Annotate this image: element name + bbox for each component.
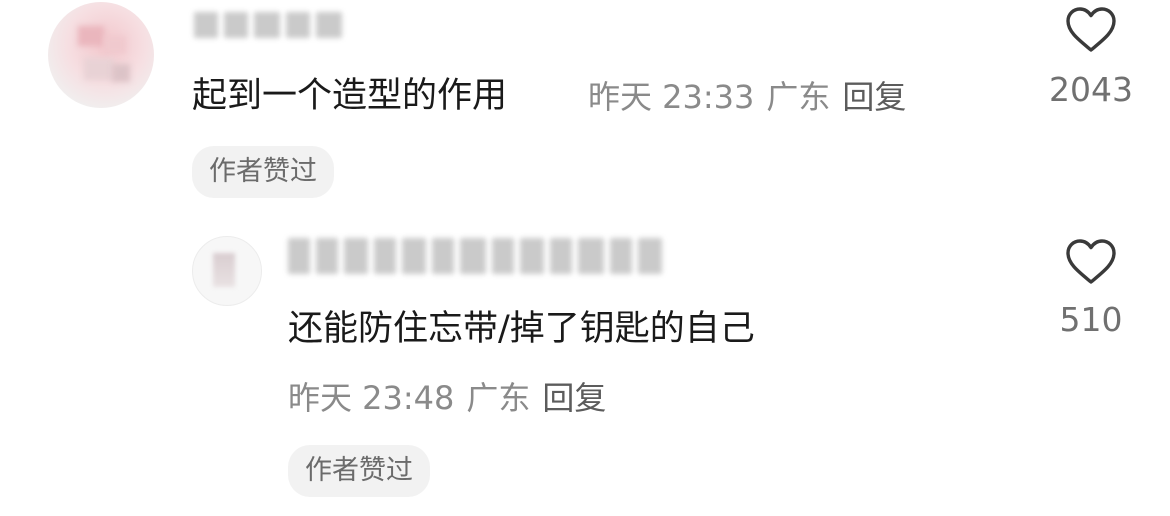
heart-outline-icon[interactable] xyxy=(1065,238,1117,286)
like-button-reply[interactable]: 510 xyxy=(1036,238,1146,340)
like-count: 2043 xyxy=(1049,70,1133,109)
commenter-avatar[interactable] xyxy=(48,2,154,108)
like-button[interactable]: 2043 xyxy=(1036,6,1146,110)
author-liked-badge-reply: 作者赞过 xyxy=(288,445,430,497)
comment-text[interactable]: 起到一个造型的作用 xyxy=(192,74,507,118)
reply-button[interactable]: 回复 xyxy=(842,78,906,116)
replier-name-blurred[interactable] xyxy=(288,238,668,282)
like-count-reply: 510 xyxy=(1059,300,1123,339)
replier-avatar[interactable] xyxy=(192,236,262,306)
reply-location: 广东 xyxy=(466,379,531,417)
heart-outline-icon[interactable] xyxy=(1065,6,1117,54)
author-liked-badge: 作者赞过 xyxy=(192,146,334,198)
reply-time: 昨天 23:48 xyxy=(288,379,455,417)
comment-time: 昨天 23:33 xyxy=(588,78,755,116)
commenter-name-blurred[interactable] xyxy=(194,12,348,42)
comment-meta: 昨天 23:33 广东 回复 xyxy=(588,75,906,119)
reply-meta: 昨天 23:48 广东 回复 xyxy=(288,376,606,420)
reply-text[interactable]: 还能防住忘带/掉了钥匙的自己 xyxy=(288,307,755,351)
comment-location: 广东 xyxy=(766,78,831,116)
reply-to-reply-button[interactable]: 回复 xyxy=(542,379,606,417)
